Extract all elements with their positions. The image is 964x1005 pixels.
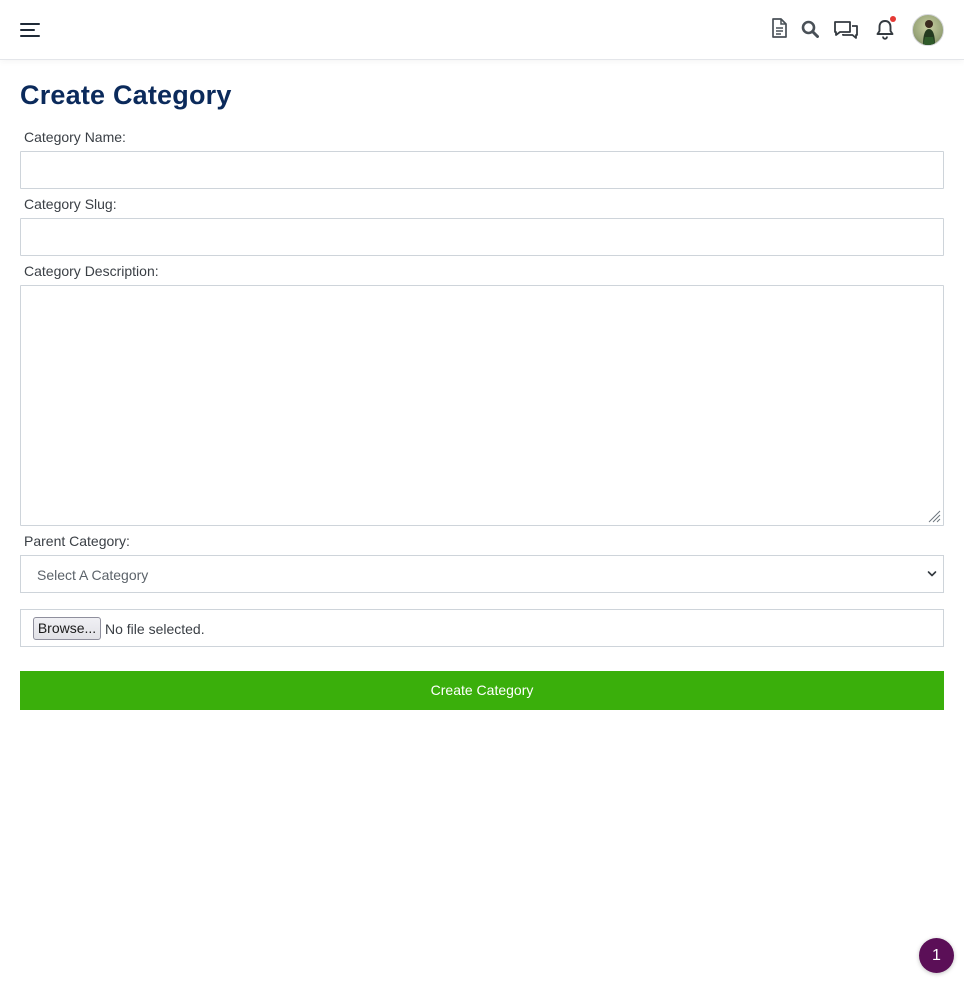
document-icon[interactable] [771,18,787,38]
category-name-input[interactable] [20,151,944,189]
category-slug-label: Category Slug: [24,196,117,212]
floating-count-badge[interactable]: 1 [919,938,954,973]
parent-category-select[interactable]: Select A Category [20,555,944,593]
menu-icon[interactable] [20,22,40,38]
bell-icon[interactable] [876,16,896,40]
chevron-down-icon [927,571,937,577]
category-name-label: Category Name: [24,129,126,145]
parent-category-selected: Select A Category [37,567,149,583]
search-icon[interactable] [801,20,819,38]
category-description-textarea[interactable] [20,285,944,526]
page-title: Create Category [20,80,232,110]
top-navbar [0,0,964,60]
file-status-text: No file selected. [105,621,205,637]
notification-dot [890,16,896,22]
category-slug-input[interactable] [20,218,944,256]
chat-icon[interactable] [833,20,859,40]
avatar[interactable] [912,14,944,46]
browse-button[interactable]: Browse... [33,617,101,640]
category-description-label: Category Description: [24,263,159,279]
create-category-button[interactable]: Create Category [20,671,944,710]
category-image-file-input[interactable]: Browse... No file selected. [20,609,944,647]
parent-category-label: Parent Category: [24,533,130,549]
